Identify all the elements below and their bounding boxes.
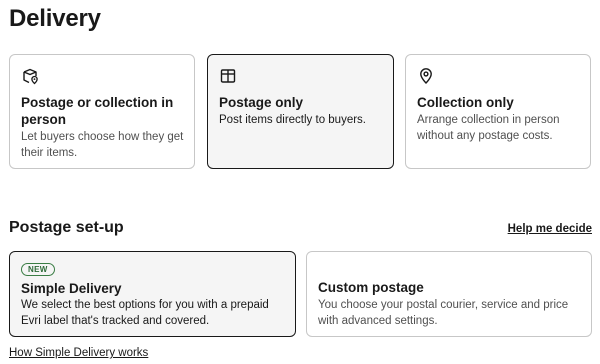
option-title: Custom postage (318, 280, 424, 295)
box-icon (220, 69, 236, 83)
option-description: Post items directly to buyers. (219, 114, 366, 126)
new-badge: NEW (21, 263, 55, 276)
option-description: We select the best options for you with … (21, 299, 269, 327)
option-title: Postage or collection in person (21, 95, 174, 127)
delivery-option-postage-or-collection[interactable]: Postage or collection in person Let buye… (9, 54, 195, 169)
option-description: Let buyers choose how they get their ite… (21, 131, 184, 159)
page-title: Delivery (9, 5, 101, 32)
parcel-location-icon (23, 68, 38, 85)
option-description: You choose your postal courier, service … (318, 299, 569, 327)
location-pin-icon (420, 68, 432, 84)
option-title: Postage only (219, 95, 304, 110)
how-simple-delivery-works-link[interactable]: How Simple Delivery works (9, 347, 148, 359)
postage-setup-heading: Postage set-up (9, 219, 124, 236)
option-description: Arrange collection in person without any… (417, 114, 560, 142)
delivery-option-collection-only[interactable]: Collection only Arrange collection in pe… (405, 54, 591, 169)
option-title: Simple Delivery (21, 281, 122, 296)
option-title: Collection only (417, 95, 514, 110)
postage-option-custom-postage[interactable]: Custom postage You choose your postal co… (306, 251, 592, 337)
delivery-option-postage-only[interactable]: Postage only Post items directly to buye… (207, 54, 394, 169)
help-me-decide-link[interactable]: Help me decide (508, 223, 592, 235)
postage-option-simple-delivery[interactable]: NEW Simple Delivery We select the best o… (9, 251, 296, 337)
